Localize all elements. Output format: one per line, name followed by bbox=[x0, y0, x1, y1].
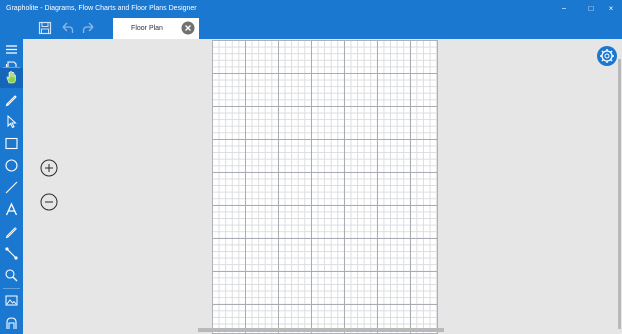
redo-icon bbox=[82, 22, 94, 33]
zoom-out-button[interactable] bbox=[40, 193, 58, 211]
pencil-icon bbox=[5, 227, 17, 239]
pen-tool-button[interactable] bbox=[3, 91, 20, 108]
library-icon bbox=[6, 317, 17, 329]
minus-circle-icon bbox=[40, 193, 58, 211]
rectangle-tool-button[interactable] bbox=[3, 135, 20, 152]
connector-tool-button[interactable] bbox=[3, 245, 20, 262]
maximize-button[interactable]: □ bbox=[580, 0, 602, 18]
sidebar-divider-2 bbox=[3, 288, 20, 289]
title-bar: Grapholite - Diagrams, Flow Charts and F… bbox=[0, 0, 622, 18]
magnifier-icon bbox=[5, 269, 18, 282]
vertical-scrollbar[interactable] bbox=[618, 59, 621, 329]
ellipse-tool-button[interactable] bbox=[3, 157, 20, 174]
text-icon bbox=[5, 202, 18, 216]
horizontal-scrollbar[interactable] bbox=[198, 328, 444, 332]
rectangle-icon bbox=[5, 137, 18, 150]
tool-sidebar bbox=[0, 39, 23, 334]
ellipse-icon bbox=[5, 159, 18, 172]
undo-button[interactable] bbox=[58, 19, 76, 37]
toolbar bbox=[0, 18, 622, 39]
gear-icon bbox=[600, 49, 614, 63]
close-circle-icon bbox=[181, 21, 195, 35]
redo-button[interactable] bbox=[80, 19, 98, 37]
text-tool-button[interactable] bbox=[3, 201, 20, 218]
image-icon bbox=[5, 295, 18, 306]
connector-icon bbox=[5, 247, 18, 260]
close-window-button[interactable]: × bbox=[600, 0, 622, 18]
hamburger-icon bbox=[6, 45, 17, 54]
zoom-tool-button[interactable] bbox=[3, 267, 20, 284]
line-tool-button[interactable] bbox=[3, 179, 20, 196]
library-button[interactable] bbox=[3, 314, 20, 331]
save-icon bbox=[38, 21, 52, 35]
hand-icon bbox=[6, 71, 16, 84]
tab-floor-plan[interactable]: Floor Plan bbox=[113, 18, 199, 39]
drawing-canvas[interactable] bbox=[23, 39, 622, 334]
pan-tool-button[interactable] bbox=[3, 69, 20, 86]
settings-button[interactable] bbox=[597, 46, 617, 66]
save-button[interactable] bbox=[36, 19, 54, 37]
undo-icon bbox=[62, 22, 74, 33]
line-icon bbox=[5, 181, 18, 194]
tab-close-button[interactable] bbox=[181, 21, 195, 35]
window-title: Grapholite - Diagrams, Flow Charts and F… bbox=[6, 5, 197, 12]
image-tool-button[interactable] bbox=[3, 292, 20, 309]
floor-plan-page-grid[interactable] bbox=[212, 40, 438, 334]
tab-label: Floor Plan bbox=[131, 25, 163, 32]
pointer-icon bbox=[7, 114, 17, 129]
plus-circle-icon bbox=[40, 159, 58, 177]
pen-icon bbox=[5, 95, 17, 107]
select-tool-button[interactable] bbox=[3, 113, 20, 130]
minimize-button[interactable]: − bbox=[553, 0, 575, 18]
zoom-in-button[interactable] bbox=[40, 159, 58, 177]
pencil-tool-button[interactable] bbox=[3, 223, 20, 240]
menu-button[interactable] bbox=[3, 41, 20, 58]
